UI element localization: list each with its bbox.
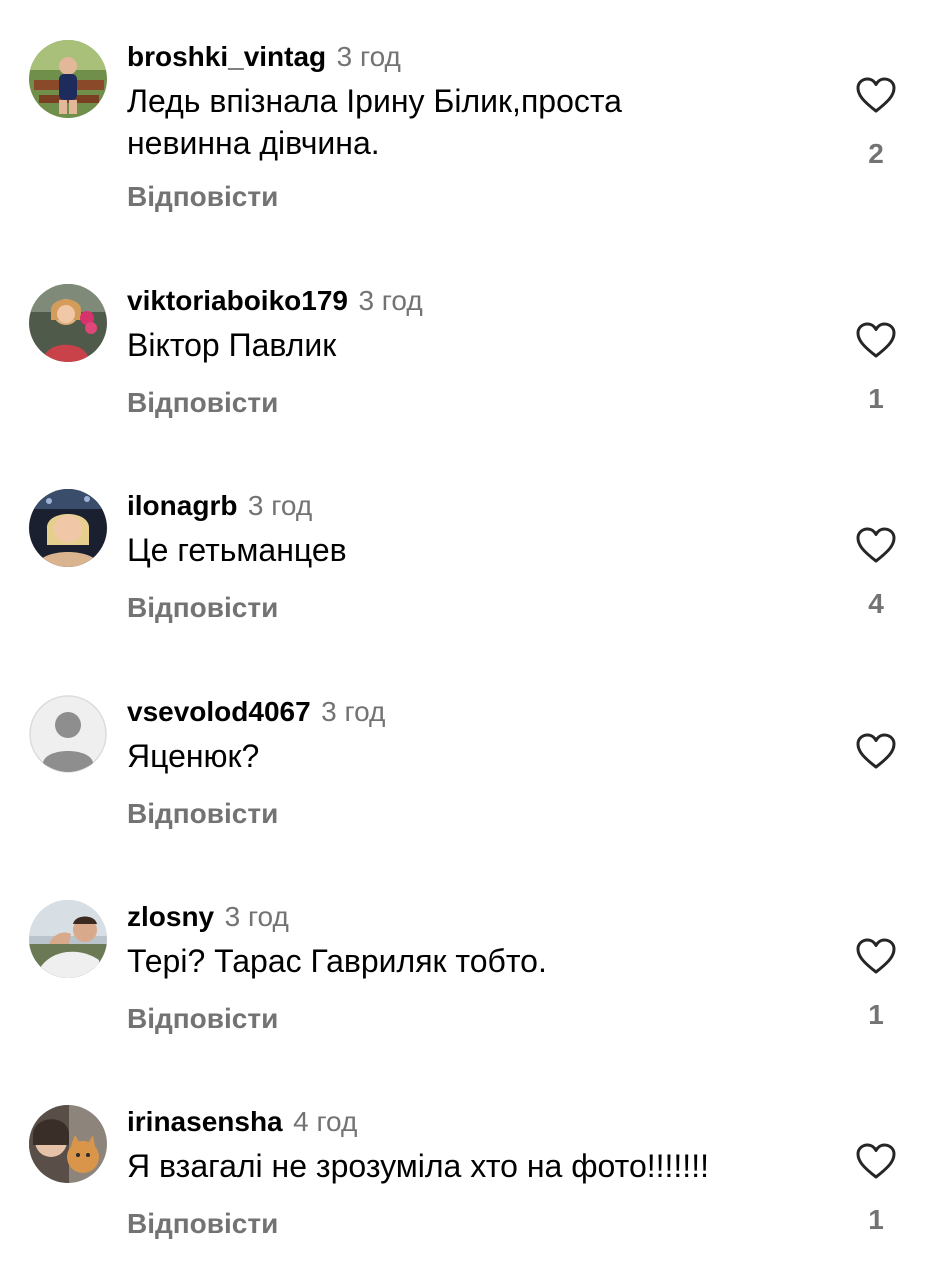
default-avatar-icon[interactable]	[29, 695, 107, 773]
comment-text-line: Тері? Тарас Гавриляк тобто.	[127, 943, 547, 979]
comment-text: Я взагалі не зрозуміла хто на фото!!!!!!…	[127, 1145, 827, 1187]
comment-item: broshki_vintag 3 год Ледь впізнала Ірину…	[0, 40, 943, 230]
comment-text-line: невинна дівчина.	[127, 125, 380, 161]
username[interactable]: vsevolod4067	[127, 696, 311, 727]
comment-text: Тері? Тарас Гавриляк тобто.	[127, 940, 827, 982]
avatar[interactable]	[29, 40, 107, 118]
timestamp: 3 год	[224, 901, 289, 932]
heart-outline-icon[interactable]	[855, 321, 897, 359]
comment-header: ilonagrb 3 год	[127, 489, 312, 528]
reply-button[interactable]: Відповісти	[127, 1207, 278, 1241]
comment-item: ilonagrb 3 год Це гетьманцев Відповісти …	[0, 489, 943, 679]
comment-text: Яценюк?	[127, 735, 827, 777]
comment-item: vsevolod4067 3 год Яценюк? Відповісти	[0, 695, 943, 885]
like-count: 1	[868, 1204, 884, 1235]
reply-button[interactable]: Відповісти	[127, 386, 278, 420]
avatar[interactable]	[29, 1105, 107, 1183]
reply-button[interactable]: Відповісти	[127, 797, 278, 831]
heart-outline-icon[interactable]	[855, 526, 897, 564]
comment-text: Це гетьманцев	[127, 529, 827, 571]
comment-header: broshki_vintag 3 год	[127, 40, 401, 79]
avatar[interactable]	[29, 900, 107, 978]
comment-item: irinasensha 4 год Я взагалі не зрозуміла…	[0, 1105, 943, 1280]
comment-text-line: Віктор Павлик	[127, 327, 337, 363]
comment-text: Ледь впізнала Ірину Білик,проста невинна…	[127, 80, 827, 164]
like-count: 2	[868, 138, 884, 169]
comment-text-line: Це гетьманцев	[127, 532, 347, 568]
timestamp: 3 год	[358, 285, 423, 316]
username[interactable]: zlosny	[127, 901, 214, 932]
reply-button[interactable]: Відповісти	[127, 1002, 278, 1036]
comment-header: viktoriaboiko179 3 год	[127, 284, 423, 323]
comment-text-line: Яценюк?	[127, 738, 260, 774]
comment-item: zlosny 3 год Тері? Тарас Гавриляк тобто.…	[0, 900, 943, 1090]
avatar[interactable]	[29, 284, 107, 362]
heart-outline-icon[interactable]	[855, 732, 897, 770]
reply-button[interactable]: Відповісти	[127, 591, 278, 625]
heart-outline-icon[interactable]	[855, 76, 897, 114]
username[interactable]: irinasensha	[127, 1106, 283, 1137]
comment-list: broshki_vintag 3 год Ледь впізнала Ірину…	[0, 0, 943, 1280]
like-count: 1	[868, 999, 884, 1030]
comment-header: zlosny 3 год	[127, 900, 289, 939]
timestamp: 3 год	[336, 41, 401, 72]
comment-item: viktoriaboiko179 3 год Віктор Павлик Від…	[0, 284, 943, 474]
avatar[interactable]	[29, 489, 107, 567]
timestamp: 3 год	[321, 696, 386, 727]
comment-header: vsevolod4067 3 год	[127, 695, 385, 734]
comment-header: irinasensha 4 год	[127, 1105, 357, 1144]
comment-text: Віктор Павлик	[127, 324, 827, 366]
heart-outline-icon[interactable]	[855, 937, 897, 975]
username[interactable]: viktoriaboiko179	[127, 285, 348, 316]
heart-outline-icon[interactable]	[855, 1142, 897, 1180]
like-count: 1	[868, 383, 884, 414]
comment-text-line: Ледь впізнала Ірину Білик,проста	[127, 83, 622, 119]
username[interactable]: broshki_vintag	[127, 41, 326, 72]
timestamp: 4 год	[293, 1106, 358, 1137]
comment-text-line: Я взагалі не зрозуміла хто на фото!!!!!!…	[127, 1148, 709, 1184]
timestamp: 3 год	[247, 490, 313, 521]
username[interactable]: ilonagrb	[127, 490, 237, 521]
like-count: 4	[868, 588, 884, 619]
reply-button[interactable]: Відповісти	[127, 180, 278, 214]
